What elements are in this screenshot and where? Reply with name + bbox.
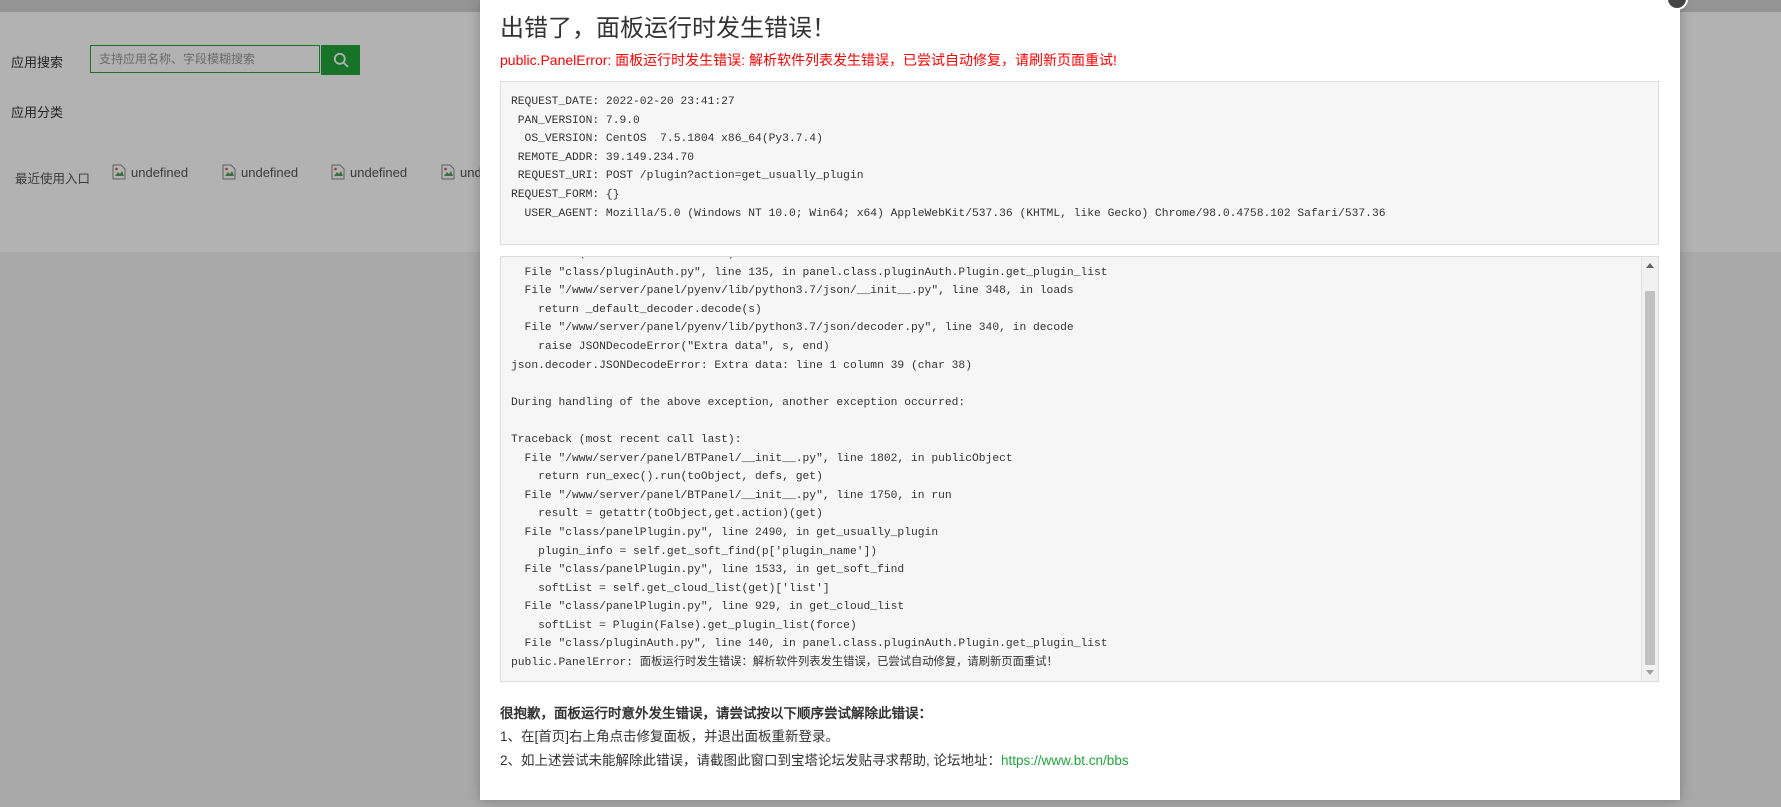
scrollbar[interactable] <box>1641 257 1658 681</box>
request-info-line: REQUEST_URI: POST /plugin?action=get_usu… <box>511 170 864 183</box>
help-title: 很抱歉，面板运行时意外发生错误，请尝试按以下顺序尝试解除此错误： <box>500 706 932 721</box>
traceback-box[interactable]: Traceback (most recent call last): File … <box>500 256 1659 682</box>
error-subtitle: public.PanelError: 面板运行时发生错误: 解析软件列表发生错误… <box>500 52 1117 68</box>
request-info-line: OS_VERSION: CentOS 7.5.1804 x86_64(Py3.7… <box>511 133 823 146</box>
traceback-text: Traceback (most recent call last): File … <box>511 257 1108 670</box>
request-info-box: REQUEST_DATE: 2022-02-20 23:41:27 PAN_VE… <box>500 81 1659 245</box>
scrollbar-thumb[interactable] <box>1645 291 1655 665</box>
scroll-up-icon[interactable] <box>1646 263 1654 268</box>
request-info-line: REQUEST_FORM: {} <box>511 188 620 201</box>
scroll-down-icon[interactable] <box>1646 670 1654 675</box>
forum-link[interactable]: https://www.bt.cn/bbs <box>1001 753 1129 768</box>
request-info-line: USER_AGENT: Mozilla/5.0 (Windows NT 10.0… <box>511 207 1386 220</box>
help-step-2: 2、如上述尝试未能解除此错误，请截图此窗口到宝塔论坛发贴寻求帮助, 论坛地址：h… <box>500 749 1129 769</box>
error-dialog: 出错了，面板运行时发生错误！ public.PanelError: 面板运行时发… <box>480 0 1688 800</box>
request-info-line: REQUEST_DATE: 2022-02-20 23:41:27 <box>511 96 735 108</box>
help-step-1: 1、在[首页]右上角点击修复面板，并退出面板重新登录。 <box>500 729 840 744</box>
request-info-line: PAN_VERSION: 7.9.0 <box>511 114 640 127</box>
help-step-2-text: 2、如上述尝试未能解除此错误，请截图此窗口到宝塔论坛发贴寻求帮助, 论坛地址： <box>500 753 1002 768</box>
error-title: 出错了，面板运行时发生错误！ <box>500 15 836 42</box>
request-info-line: REMOTE_ADDR: 39.149.234.70 <box>511 151 695 164</box>
